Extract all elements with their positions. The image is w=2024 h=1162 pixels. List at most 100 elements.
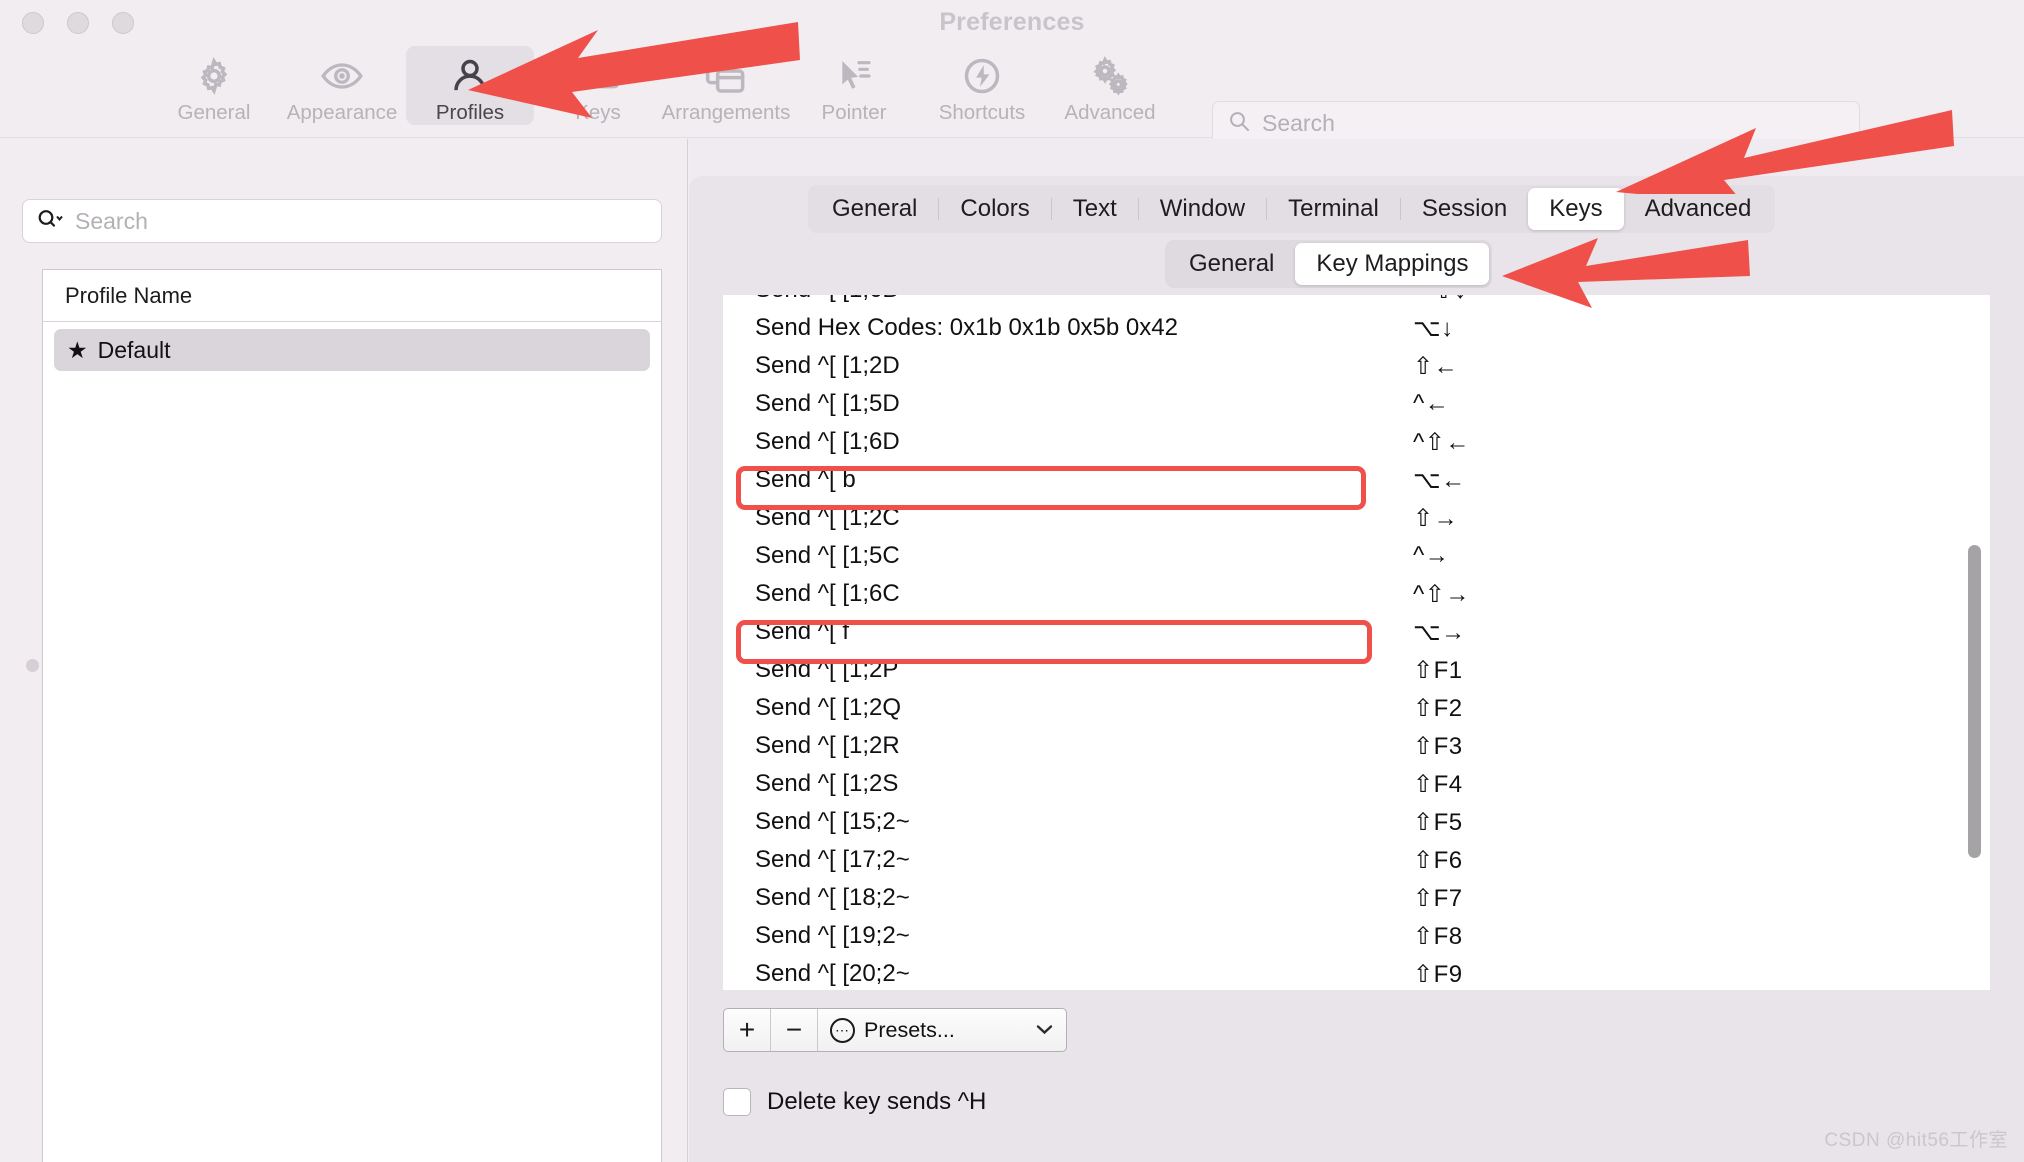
double-gear-icon bbox=[1088, 53, 1132, 99]
key-mapping-row[interactable]: Send ^[ b ⌥← bbox=[723, 461, 1990, 499]
table-row[interactable]: ★ Default bbox=[54, 329, 650, 371]
toolbar-item-label: Pointer bbox=[821, 101, 887, 124]
watermark: CSDN @hit56工作室 bbox=[1824, 1130, 2008, 1151]
person-icon bbox=[450, 53, 490, 99]
key-mapping-action: Send ^[ [18;2~ bbox=[755, 884, 910, 911]
toolbar-item-label: Profiles bbox=[435, 101, 505, 124]
key-mapping-shortcut: ^→ bbox=[1413, 542, 1450, 569]
tab-advanced[interactable]: Advanced bbox=[1624, 188, 1773, 230]
key-mapping-action: Send ^[ [1;2Q bbox=[755, 694, 902, 721]
column-header-profile-name: Profile Name bbox=[65, 282, 193, 308]
windows-icon bbox=[704, 53, 748, 99]
gear-icon bbox=[194, 53, 234, 99]
key-mapping-row[interactable]: Send ^[ [1;2Q ⇧F2 bbox=[723, 689, 1990, 727]
toolbar-item-general[interactable]: General bbox=[150, 46, 278, 125]
delete-key-checkbox[interactable] bbox=[723, 1088, 751, 1116]
key-mapping-row[interactable]: Send ^[ [17;2~ ⇧F6 bbox=[723, 841, 1990, 879]
toolbar-item-keys[interactable]: Keys bbox=[534, 46, 662, 125]
key-mapping-action: Send ^[ [19;2~ bbox=[755, 922, 910, 949]
key-mapping-row[interactable]: Send ^[ f ⌥→ bbox=[723, 613, 1990, 651]
key-mapping-row[interactable]: Send ^[ [1;2R ⇧F3 bbox=[723, 727, 1990, 765]
key-mapping-shortcut: ^← bbox=[1413, 390, 1450, 417]
key-mapping-action: Send ^[ [1;6D bbox=[755, 428, 900, 455]
toolbar-item-profiles[interactable]: Profiles bbox=[406, 46, 534, 125]
key-mapping-shortcut: ⌃⇧↓ bbox=[1413, 295, 1467, 305]
key-mapping-row[interactable]: Send ^[ [15;2~ ⇧F5 bbox=[723, 803, 1990, 841]
key-mapping-shortcut: ⌥↓ bbox=[1413, 314, 1454, 342]
subtab-general[interactable]: General bbox=[1168, 243, 1295, 285]
toolbar-item-label: Shortcuts bbox=[938, 101, 1026, 124]
key-mappings-scrollbar[interactable] bbox=[1968, 545, 1981, 858]
tab-window[interactable]: Window bbox=[1139, 188, 1266, 230]
toolbar-item-shortcuts[interactable]: Shortcuts bbox=[918, 46, 1046, 125]
key-mapping-row[interactable]: Send Hex Codes: 0x1b 0x1b 0x5b 0x42 ⌥↓ bbox=[723, 309, 1990, 347]
key-mapping-shortcut: ⌥← bbox=[1413, 466, 1466, 494]
add-mapping-button[interactable]: + bbox=[724, 1009, 771, 1051]
key-mapping-action: Send ^[ [1;2C bbox=[755, 504, 900, 531]
key-mappings-list[interactable]: Send ^[ [1;6B ⌃⇧↓ Send Hex Codes: 0x1b 0x1… bbox=[723, 295, 1990, 990]
bolt-circle-icon bbox=[962, 53, 1002, 99]
profiles-left-panel: Search Profile Name ★ Default Tags > + −… bbox=[0, 139, 688, 1162]
key-mapping-row[interactable]: Send ^[ [20;2~ ⇧F9 bbox=[723, 955, 1990, 990]
key-mapping-action: Send ^[ [17;2~ bbox=[755, 846, 910, 873]
toolbar-item-label: Arrangements bbox=[661, 101, 791, 124]
key-mapping-row[interactable]: Send ^[ [1;2P ⇧F1 bbox=[723, 651, 1990, 689]
key-mapping-row[interactable]: Send ^[ [1;2C ⇧→ bbox=[723, 499, 1990, 537]
cursor-icon bbox=[834, 53, 874, 99]
key-mapping-row[interactable]: Send ^[ [19;2~ ⇧F8 bbox=[723, 917, 1990, 955]
panel-resize-handle[interactable] bbox=[26, 659, 39, 672]
key-mapping-shortcut: ⇧F8 bbox=[1413, 922, 1463, 950]
key-mapping-action: Send Hex Codes: 0x1b 0x1b 0x5b 0x42 bbox=[755, 314, 1178, 341]
key-mapping-row[interactable]: Send ^[ [18;2~ ⇧F7 bbox=[723, 879, 1990, 917]
tab-session[interactable]: Session bbox=[1401, 188, 1528, 230]
toolbar-item-advanced[interactable]: Advanced bbox=[1046, 46, 1174, 125]
key-mapping-row[interactable]: Send ^[ [1;6B ⌃⇧↓ bbox=[723, 295, 1990, 309]
key-mapping-row[interactable]: Send ^[ [1;2D ⇧← bbox=[723, 347, 1990, 385]
tab-general[interactable]: General bbox=[811, 188, 938, 230]
delete-key-label: Delete key sends ^H bbox=[767, 1088, 987, 1115]
tab-terminal[interactable]: Terminal bbox=[1267, 188, 1400, 230]
profile-name-value: Default bbox=[97, 336, 171, 363]
remove-mapping-button[interactable]: − bbox=[771, 1009, 818, 1051]
eye-icon bbox=[320, 53, 364, 99]
tab-colors[interactable]: Colors bbox=[939, 188, 1050, 230]
preferences-window: Preferences General Appearance Profiles … bbox=[0, 0, 2024, 1162]
tab-text[interactable]: Text bbox=[1052, 188, 1138, 230]
delete-key-option-row[interactable]: Delete key sends ^H bbox=[723, 1088, 986, 1116]
key-mapping-shortcut: ⌥→ bbox=[1413, 618, 1466, 646]
key-mapping-action: Send ^[ [20;2~ bbox=[755, 960, 910, 987]
toolbar-item-pointer[interactable]: Pointer bbox=[790, 46, 918, 125]
profile-search-input[interactable]: Search bbox=[22, 199, 662, 243]
key-mapping-shortcut: ⇧F7 bbox=[1413, 884, 1463, 912]
presets-popup[interactable]: ⋯ Presets... bbox=[818, 1009, 1066, 1051]
key-mapping-row[interactable]: Send ^[ [1;5C ^→ bbox=[723, 537, 1990, 575]
key-mapping-shortcut: ⇧F5 bbox=[1413, 808, 1463, 836]
title-bar: Preferences bbox=[0, 0, 2024, 46]
toolbar-item-label: Keys bbox=[575, 101, 621, 124]
key-mapping-shortcut: ⇧F6 bbox=[1413, 846, 1463, 874]
key-mapping-shortcut: ⇧F3 bbox=[1413, 732, 1463, 760]
toolbar-item-label: General bbox=[177, 101, 251, 124]
toolbar-item-appearance[interactable]: Appearance bbox=[278, 46, 406, 125]
toolbar-item-arrangements[interactable]: Arrangements bbox=[662, 46, 790, 125]
key-mapping-action: Send ^[ [1;5C bbox=[755, 542, 900, 569]
keys-subtabbar: General Key Mappings bbox=[1165, 240, 1493, 288]
key-mapping-row[interactable]: Send ^[ [1;6C ^⇧→ bbox=[723, 575, 1990, 613]
key-mapping-action: Send ^[ [1;2P bbox=[755, 656, 899, 683]
presets-label: Presets... bbox=[864, 1017, 955, 1042]
preferences-toolbar: General Appearance Profiles Keys Arrange… bbox=[0, 46, 2024, 177]
key-mapping-row[interactable]: Send ^[ [1;6D ^⇧← bbox=[723, 423, 1990, 461]
key-mapping-row[interactable]: Send ^[ [1;5D ^← bbox=[723, 385, 1990, 423]
tab-keys[interactable]: Keys bbox=[1528, 188, 1624, 230]
key-mapping-action: Send ^[ [1;2R bbox=[755, 732, 900, 759]
search-dropdown-icon[interactable] bbox=[36, 207, 66, 236]
key-mappings-footer: + − ⋯ Presets... bbox=[723, 1008, 1067, 1052]
search-icon bbox=[1227, 109, 1251, 138]
key-mapping-action: Send ^[ [15;2~ bbox=[755, 808, 910, 835]
key-mapping-shortcut: ⇧F4 bbox=[1413, 770, 1463, 798]
key-mapping-shortcut: ^⇧← bbox=[1413, 428, 1470, 456]
key-mapping-row[interactable]: Send ^[ [1;2S ⇧F4 bbox=[723, 765, 1990, 803]
settings-tabbar: General Colors Text Window Terminal Session Ke… bbox=[808, 185, 1776, 233]
star-icon: ★ bbox=[67, 336, 88, 363]
subtab-key-mappings[interactable]: Key Mappings bbox=[1295, 243, 1490, 285]
